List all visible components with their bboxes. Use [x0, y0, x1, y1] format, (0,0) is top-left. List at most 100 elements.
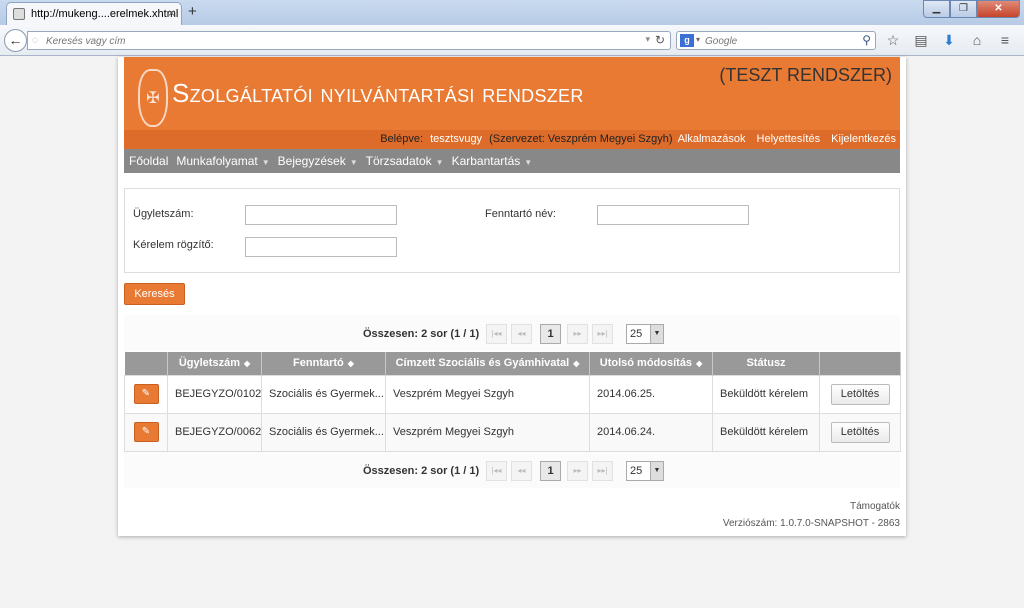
url-dropdown-icon[interactable]: ▾: [645, 34, 650, 45]
first-page-icon[interactable]: |◂◂: [486, 461, 507, 481]
select-arrow-icon: ▼: [650, 462, 663, 480]
bookmarks-list-icon[interactable]: ▤: [912, 31, 930, 49]
prev-page-icon[interactable]: ◂◂: [511, 461, 532, 481]
test-system-label: (TESZT RENDSZER): [719, 65, 892, 85]
app-title: Szolgáltatói nyilvántartási rendszer: [172, 78, 584, 108]
page-size-select[interactable]: 25 ▼: [626, 324, 664, 344]
table-row: ✎ BEJEGYZO/0062 Szociális és Gyermek... …: [124, 412, 901, 452]
link-applications[interactable]: Alkalmazások: [678, 133, 746, 145]
username: tesztsvugy: [430, 133, 483, 145]
cell-modositas: 2014.06.24.: [589, 412, 713, 452]
back-arrow-icon[interactable]: ←: [4, 29, 27, 52]
tab-title: http://mukeng....erelmek.xhtml: [31, 8, 179, 20]
cell-fenntarto: Szociális és Gyermek...: [261, 374, 386, 414]
menu-icon[interactable]: ≡: [996, 31, 1014, 49]
minimize-icon[interactable]: ▁: [923, 0, 950, 18]
ugyletszam-label: Ügyletszám:: [133, 208, 194, 220]
bookmark-star-icon[interactable]: ☆: [884, 31, 902, 49]
fenntarto-label: Fenntartó név:: [485, 208, 556, 220]
cell-ugyletszam: BEJEGYZO/0102: [167, 374, 262, 414]
window-close-icon[interactable]: ✕: [977, 0, 1020, 18]
sort-icon: ◆: [347, 359, 354, 369]
results-table: Ügyletszám ◆ Fenntartó ◆ Címzett Szociális…: [124, 352, 901, 452]
toolbar-icons: ☆ ▤ ⬇ ⌂ ≡: [884, 31, 1014, 49]
column-header-modositas[interactable]: Utolsó módosítás ◆: [589, 352, 713, 375]
menu-item-maintenance[interactable]: Karbantartás ▼: [452, 154, 533, 168]
ugyletszam-input[interactable]: [245, 205, 397, 225]
column-header-ugyletszam[interactable]: Ügyletszám ◆: [167, 352, 262, 375]
download-button[interactable]: Letöltés: [830, 421, 890, 443]
cell-statusz: Beküldött kérelem: [712, 374, 820, 414]
link-substitution[interactable]: Helyettesítés: [757, 133, 821, 145]
page-number-button[interactable]: 1: [540, 324, 561, 344]
select-arrow-icon: ▼: [650, 325, 663, 343]
column-header-action: [819, 352, 901, 375]
download-button[interactable]: Letöltés: [830, 383, 890, 405]
menu-item-workflow[interactable]: Munkafolyamat ▼: [176, 154, 269, 168]
address-bar[interactable]: ◌ ▾ ↻: [27, 31, 671, 50]
table-header-row: Ügyletszám ◆ Fenntartó ◆ Címzett Szociális…: [124, 352, 901, 375]
download-icon[interactable]: ⬇: [940, 31, 958, 49]
first-page-icon[interactable]: |◂◂: [486, 324, 507, 344]
cell-ugyletszam: BEJEGYZO/0062: [167, 412, 262, 452]
prev-page-icon[interactable]: ◂◂: [511, 324, 532, 344]
browser-search-bar[interactable]: g ▾ ⚲: [676, 31, 876, 50]
sort-icon: ◆: [243, 359, 251, 369]
page-favicon-icon: [13, 8, 25, 20]
link-logout[interactable]: Kijelentkezés: [831, 133, 896, 145]
caret-down-icon: ▼: [261, 158, 270, 167]
supporters-link[interactable]: Támogatók: [850, 501, 900, 512]
reload-icon[interactable]: ↻: [655, 33, 665, 47]
pager-bottom: Összesen: 2 sor (1 / 1) |◂◂ ◂◂ 1 ▸▸ ▸▸| …: [124, 452, 900, 488]
user-bar: Belépve: tesztsvugy (Szervezet: Veszprém…: [124, 130, 900, 149]
home-icon[interactable]: ⌂: [968, 31, 986, 49]
globe-icon: ◌: [32, 35, 38, 46]
edit-pencil-icon[interactable]: ✎: [133, 422, 159, 442]
search-button[interactable]: Keresés: [124, 283, 185, 305]
google-engine-icon[interactable]: g: [680, 34, 694, 47]
restore-icon[interactable]: ❐: [950, 0, 977, 18]
search-icon[interactable]: ⚲: [862, 33, 871, 47]
column-header-statusz: Státusz: [712, 352, 820, 375]
column-header-fenntarto[interactable]: Fenntartó ◆: [261, 352, 386, 375]
web-page: ✠ Szolgáltatói nyilvántartási rendszer (…: [0, 57, 1024, 608]
sort-icon: ◆: [573, 359, 580, 369]
browser-tabbar: http://mukeng....erelmek.xhtml × + ▁ ❐ ✕: [0, 0, 1024, 25]
logged-in-label: Belépve:: [380, 133, 424, 145]
cell-cimzett: Veszprém Megyei Szgyh: [385, 374, 590, 414]
next-page-icon[interactable]: ▸▸: [567, 324, 588, 344]
page-number-button[interactable]: 1: [540, 461, 561, 481]
edit-pencil-icon[interactable]: ✎: [133, 384, 159, 404]
new-tab-button[interactable]: +: [188, 3, 197, 20]
engine-dropdown-icon[interactable]: ▾: [696, 35, 700, 44]
last-page-icon[interactable]: ▸▸|: [592, 324, 613, 344]
menu-item-entries[interactable]: Bejegyzések ▼: [278, 154, 358, 168]
menu-item-master-data[interactable]: Törzsadatok ▼: [366, 154, 444, 168]
browser-navbar: ← ◌ ▾ ↻ g ▾ ⚲ ☆ ▤ ⬇ ⌂ ≡: [0, 25, 1024, 56]
caret-down-icon: ▼: [524, 158, 533, 167]
pager-total: Összesen: 2 sor (1 / 1): [363, 465, 480, 477]
app-container: ✠ Szolgáltatói nyilvántartási rendszer (…: [118, 57, 906, 536]
browser-search-input[interactable]: [705, 34, 855, 48]
kerelem-label: Kérelem rögzítő:: [133, 239, 214, 251]
window-controls: ▁ ❐ ✕: [923, 0, 1020, 18]
app-header: ✠ Szolgáltatói nyilvántartási rendszer (…: [124, 57, 900, 130]
last-page-icon[interactable]: ▸▸|: [592, 461, 613, 481]
version-label: Verziószám: 1.0.7.0-SNAPSHOT - 2863: [722, 518, 900, 529]
cell-modositas: 2014.06.25.: [589, 374, 713, 414]
search-panel: Ügyletszám: Fenntartó név: Kérelem rögzí…: [124, 188, 900, 273]
cell-fenntarto: Szociális és Gyermek...: [261, 412, 386, 452]
kerelem-input[interactable]: [245, 237, 397, 257]
page-size-select[interactable]: 25 ▼: [626, 461, 664, 481]
main-menu: Főoldal Munkafolyamat ▼ Bejegyzések ▼ Törz…: [124, 149, 900, 173]
browser-tab[interactable]: http://mukeng....erelmek.xhtml ×: [6, 2, 182, 25]
sort-icon: ◆: [696, 359, 703, 369]
next-page-icon[interactable]: ▸▸: [567, 461, 588, 481]
pager-total: Összesen: 2 sor (1 / 1): [363, 328, 480, 340]
fenntarto-input[interactable]: [597, 205, 749, 225]
tab-close-icon[interactable]: ×: [168, 6, 175, 20]
column-header-cimzett[interactable]: Címzett Szociális és Gyámhivatal ◆: [385, 352, 590, 375]
organization-label: (Szervezet: Veszprém Megyei Szgyh): [489, 133, 673, 145]
url-input[interactable]: [46, 34, 636, 48]
menu-item-home[interactable]: Főoldal: [129, 154, 168, 168]
